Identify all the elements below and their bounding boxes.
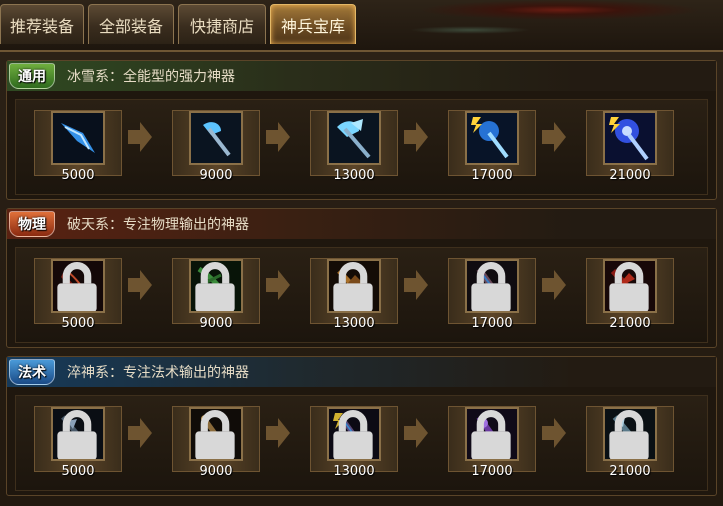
upgrade-path: 5000 9000 13000 17000 21000 [15, 247, 708, 343]
lock-icon [195, 262, 235, 311]
lock-icon [609, 262, 649, 311]
lock-icon [195, 410, 235, 459]
artifact-item: 17000 [448, 406, 536, 486]
category-badge: 物理 [9, 211, 55, 237]
section-description: 冰雪系：全能型的强力神器 [67, 69, 235, 85]
item-price: 17000 [471, 316, 513, 331]
tab-all-equipment[interactable]: 全部装备 [88, 4, 174, 44]
section-header: 法术 淬神系：专注法术输出的神器 [7, 357, 716, 387]
item-price: 21000 [609, 168, 651, 183]
item-price: 17000 [471, 168, 513, 183]
artifact-item: 17000 [448, 110, 536, 190]
section-tempering-series: 法术 淬神系：专注法术输出的神器 5000 9000 13000 17000 2… [6, 356, 717, 496]
item-price: 21000 [609, 464, 651, 479]
section-header: 物理 破天系：专注物理输出的神器 [7, 209, 716, 239]
arrow-right-icon [542, 418, 566, 448]
section-ice-series: 通用 冰雪系：全能型的强力神器 5000 9000 13000 17000 21… [6, 60, 717, 200]
arrow-right-icon [128, 122, 152, 152]
category-badge: 法术 [9, 359, 55, 385]
item-price: 17000 [471, 464, 513, 479]
arrow-right-icon [404, 122, 428, 152]
tab-recommended-equipment[interactable]: 推荐装备 [0, 4, 84, 44]
lock-icon [333, 262, 373, 311]
artifact-panel: 通用 冰雪系：全能型的强力神器 5000 9000 13000 17000 21… [0, 50, 723, 506]
arrow-right-icon [542, 122, 566, 152]
ice-shard-icon[interactable] [51, 111, 105, 165]
artifact-item: 9000 [172, 406, 260, 486]
artifact-item: 13000 [310, 406, 398, 486]
ice-double-axe-icon[interactable] [327, 111, 381, 165]
storm-sword-icon[interactable] [465, 259, 519, 313]
lock-icon [471, 262, 511, 311]
item-price: 5000 [61, 464, 95, 479]
blood-wing-blade-icon[interactable] [603, 259, 657, 313]
item-price: 13000 [333, 168, 375, 183]
item-price: 9000 [199, 464, 233, 479]
ice-axe-icon[interactable] [189, 111, 243, 165]
artifact-item: 13000 [310, 110, 398, 190]
artifact-item: 5000 [34, 406, 122, 486]
arrow-right-icon [128, 270, 152, 300]
jade-claw-icon[interactable] [189, 259, 243, 313]
arrow-right-icon [266, 122, 290, 152]
item-price: 13000 [333, 464, 375, 479]
lock-icon [57, 410, 97, 459]
section-sky-breaker-series: 物理 破天系：专注物理输出的神器 5000 9000 13000 17000 2… [6, 208, 717, 348]
shadow-spear-icon[interactable] [51, 407, 105, 461]
arrow-right-icon [404, 418, 428, 448]
item-price: 13000 [333, 316, 375, 331]
artifact-item: 9000 [172, 110, 260, 190]
item-price: 5000 [61, 168, 95, 183]
category-badge: 通用 [9, 63, 55, 89]
section-header: 通用 冰雪系：全能型的强力神器 [7, 61, 716, 91]
upgrade-path: 5000 9000 13000 17000 21000 [15, 99, 708, 195]
upgrade-path: 5000 9000 13000 17000 21000 [15, 395, 708, 491]
lock-icon [333, 410, 373, 459]
artifact-item: 9000 [172, 258, 260, 338]
flame-wing-blade-icon[interactable] [327, 259, 381, 313]
item-price: 5000 [61, 316, 95, 331]
frost-lance-icon[interactable] [603, 407, 657, 461]
artifact-item: 21000 [586, 110, 674, 190]
lightning-ice-scepter-icon[interactable] [603, 111, 657, 165]
lock-icon [471, 410, 511, 459]
arcane-staff-icon[interactable] [327, 407, 381, 461]
tab-quick-shop[interactable]: 快捷商店 [178, 4, 266, 44]
artifact-item: 17000 [448, 258, 536, 338]
artifact-item: 5000 [34, 258, 122, 338]
arrow-right-icon [128, 418, 152, 448]
lightning-ice-staff-icon[interactable] [465, 111, 519, 165]
item-price: 9000 [199, 168, 233, 183]
artifact-item: 21000 [586, 258, 674, 338]
tab-artifact-vault[interactable]: 神兵宝库 [270, 4, 356, 44]
bronze-rod-icon[interactable] [189, 407, 243, 461]
arrow-right-icon [404, 270, 428, 300]
artifact-item: 13000 [310, 258, 398, 338]
arrow-right-icon [266, 418, 290, 448]
tab-bar: 推荐装备 全部装备 快捷商店 神兵宝库 [0, 4, 356, 44]
lock-icon [57, 262, 97, 311]
arrow-right-icon [266, 270, 290, 300]
crimson-blade-icon[interactable] [51, 259, 105, 313]
artifact-item: 5000 [34, 110, 122, 190]
lock-icon [609, 410, 649, 459]
section-description: 淬神系：专注法术输出的神器 [67, 365, 249, 381]
item-price: 21000 [609, 316, 651, 331]
item-price: 9000 [199, 316, 233, 331]
section-description: 破天系：专注物理输出的神器 [67, 217, 249, 233]
violet-staff-icon[interactable] [465, 407, 519, 461]
artifact-item: 21000 [586, 406, 674, 486]
arrow-right-icon [542, 270, 566, 300]
